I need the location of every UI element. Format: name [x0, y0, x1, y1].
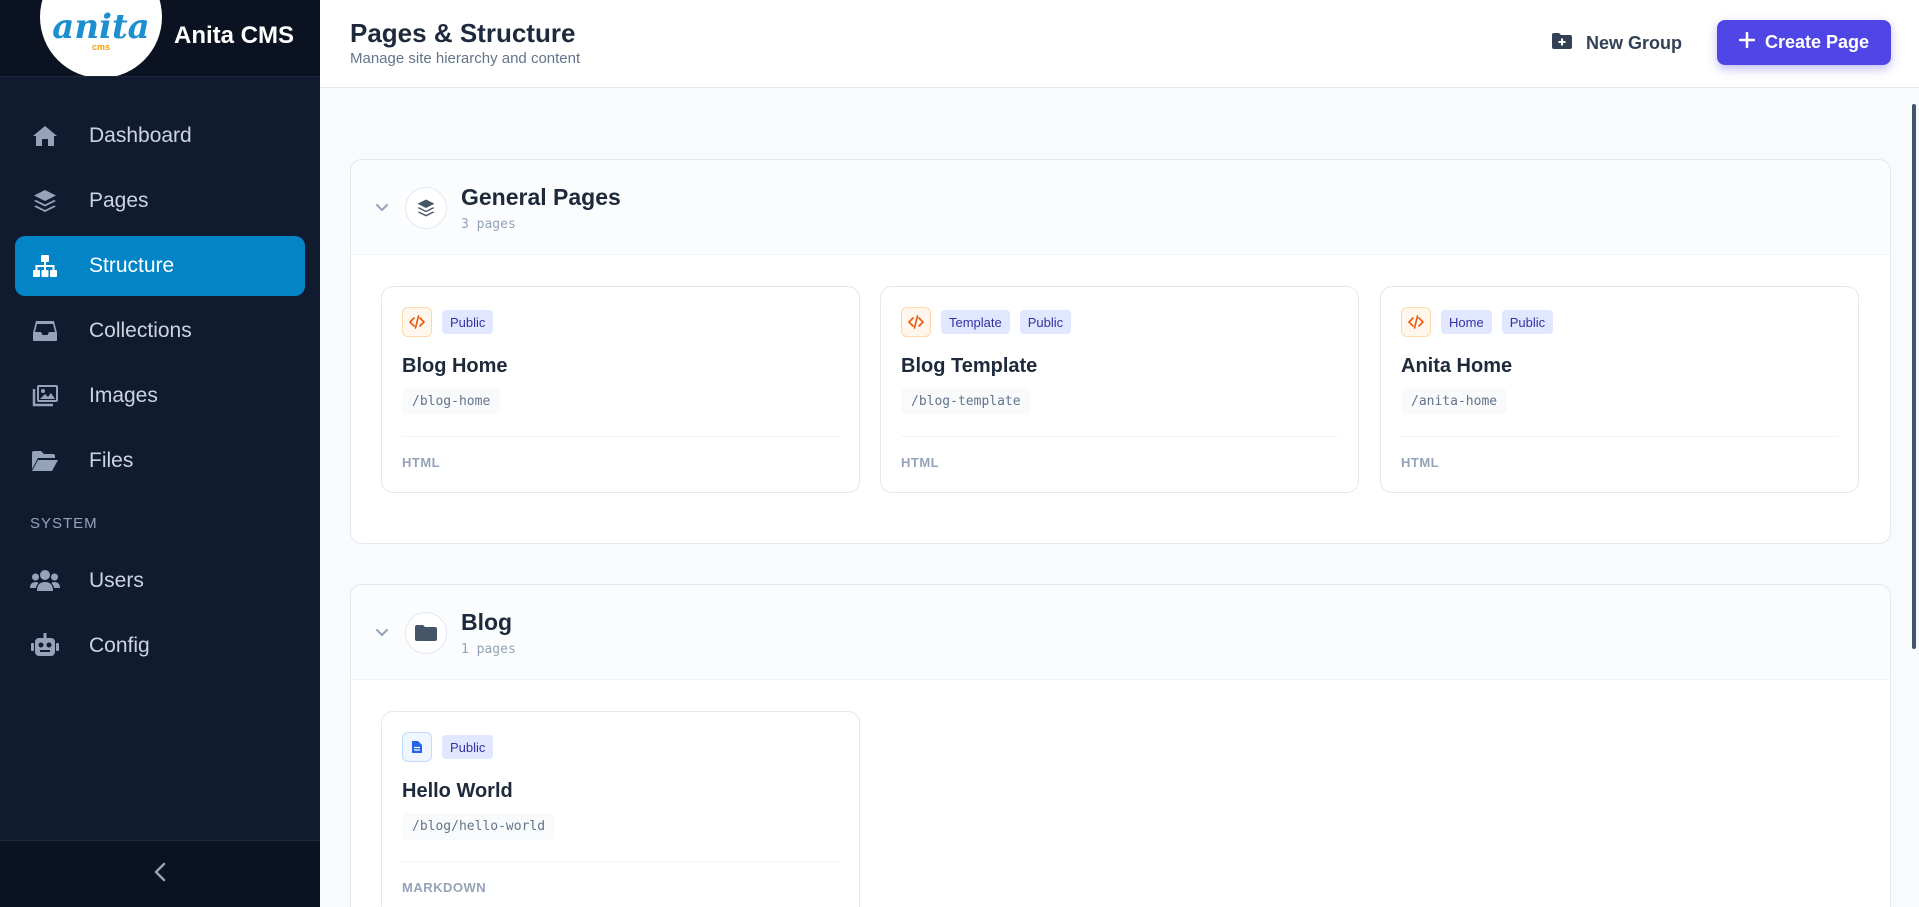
sitemap-icon — [30, 251, 60, 281]
page-format: HTML — [901, 455, 940, 470]
page-group-general: General Pages 3 pages Public Blog Home /… — [350, 159, 1891, 544]
page-title: Pages & Structure — [350, 18, 576, 48]
page-subtitle: Manage site hierarchy and content — [350, 50, 581, 67]
page-card[interactable]: Home Public Anita Home /anita-home HTML — [1380, 286, 1859, 493]
sidebar-item-structure[interactable]: Structure — [15, 236, 305, 296]
page-format: HTML — [402, 455, 441, 470]
code-icon — [1401, 307, 1431, 337]
logo-text: anita — [52, 7, 150, 47]
code-icon — [901, 307, 931, 337]
card-tags: Public — [402, 732, 494, 762]
sidebar-item-label: Images — [89, 384, 158, 407]
layers-icon — [30, 186, 60, 216]
create-page-button[interactable]: Create Page — [1717, 20, 1891, 65]
folder-icon — [405, 612, 447, 654]
divider — [402, 436, 839, 437]
page-title: Hello World — [402, 780, 513, 802]
card-tags: Home Public — [1401, 307, 1554, 337]
page-path: /blog-home — [402, 388, 501, 415]
brand-header: anita cms Anita CMS — [0, 0, 320, 77]
main-scrollbar[interactable] — [1912, 104, 1916, 649]
card-tags: Template Public — [901, 307, 1072, 337]
tag-home: Home — [1441, 310, 1492, 334]
sidebar-item-label: Structure — [89, 254, 175, 277]
tag-public: Public — [442, 735, 494, 759]
card-tags: Public — [402, 307, 494, 337]
tag-public: Public — [1019, 310, 1072, 334]
inbox-icon — [30, 316, 60, 346]
sidebar-item-images[interactable]: Images — [15, 366, 305, 426]
sidebar-item-label: Dashboard — [89, 124, 192, 147]
nav-section-system: SYSTEM — [30, 514, 98, 532]
divider — [901, 436, 1338, 437]
sidebar-item-pages[interactable]: Pages — [15, 171, 305, 231]
plus-icon — [1738, 31, 1756, 53]
logo-subtext: cms — [91, 42, 110, 52]
divider — [1401, 436, 1838, 437]
group-page-count: 3 pages — [461, 217, 516, 232]
tag-public: Public — [1501, 310, 1554, 334]
sidebar-collapse-button[interactable] — [0, 840, 320, 907]
tag-template: Template — [941, 310, 1010, 334]
sidebar-item-config[interactable]: Config — [15, 616, 305, 676]
sidebar-item-files[interactable]: Files — [15, 431, 305, 491]
images-icon — [30, 381, 60, 411]
group-header[interactable]: General Pages 3 pages — [351, 160, 1890, 255]
robot-icon — [30, 631, 60, 661]
sidebar-item-label: Pages — [89, 189, 149, 212]
page-card[interactable]: Template Public Blog Template /blog-temp… — [880, 286, 1359, 493]
group-header[interactable]: Blog 1 pages — [351, 585, 1890, 680]
tag-public: Public — [442, 310, 494, 334]
sidebar: anita cms Anita CMS Dashboard Pages Stru… — [0, 0, 320, 907]
main-nav: Dashboard Pages Structure Collections Im… — [0, 77, 320, 676]
home-icon — [30, 121, 60, 151]
group-name: General Pages — [461, 184, 621, 210]
sidebar-item-collections[interactable]: Collections — [15, 301, 305, 361]
page-title: Blog Home — [402, 355, 508, 377]
sidebar-item-label: Config — [89, 634, 150, 657]
group-page-count: 1 pages — [461, 642, 516, 657]
users-icon — [30, 566, 60, 596]
page-format: MARKDOWN — [402, 880, 487, 895]
group-name: Blog — [461, 609, 513, 635]
page-path: /blog/hello-world — [402, 813, 556, 840]
page-title: Anita Home — [1401, 355, 1513, 377]
sidebar-item-dashboard[interactable]: Dashboard — [15, 106, 305, 166]
page-path: /blog-template — [901, 388, 1031, 415]
sidebar-item-label: Collections — [89, 319, 192, 342]
folder-open-icon — [30, 446, 60, 476]
page-path: /anita-home — [1401, 388, 1508, 415]
sidebar-item-label: Users — [89, 569, 144, 592]
logo[interactable]: anita cms — [40, 0, 162, 76]
chevron-left-icon — [153, 862, 167, 887]
layers-icon — [405, 187, 447, 229]
create-page-label: Create Page — [1764, 32, 1870, 52]
document-icon — [402, 732, 432, 762]
chevron-down-icon[interactable] — [374, 200, 390, 216]
app-name: Anita CMS — [174, 22, 294, 49]
page-header: Pages & Structure Manage site hierarchy … — [320, 0, 1919, 88]
new-group-button[interactable]: New Group — [1552, 27, 1682, 59]
sidebar-item-label: Files — [89, 449, 134, 472]
page-title: Blog Template — [901, 355, 1038, 377]
chevron-down-icon[interactable] — [374, 625, 390, 641]
sidebar-item-users[interactable]: Users — [15, 551, 305, 611]
page-group-blog: Blog 1 pages Public Hello World /blog/he… — [350, 584, 1891, 907]
divider — [402, 861, 839, 862]
code-icon — [402, 307, 432, 337]
page-format: HTML — [1401, 455, 1440, 470]
folder-plus-icon — [1552, 32, 1572, 55]
new-group-label: New Group — [1586, 32, 1683, 53]
page-card[interactable]: Public Blog Home /blog-home HTML — [381, 286, 860, 493]
page-card[interactable]: Public Hello World /blog/hello-world MAR… — [381, 711, 860, 907]
